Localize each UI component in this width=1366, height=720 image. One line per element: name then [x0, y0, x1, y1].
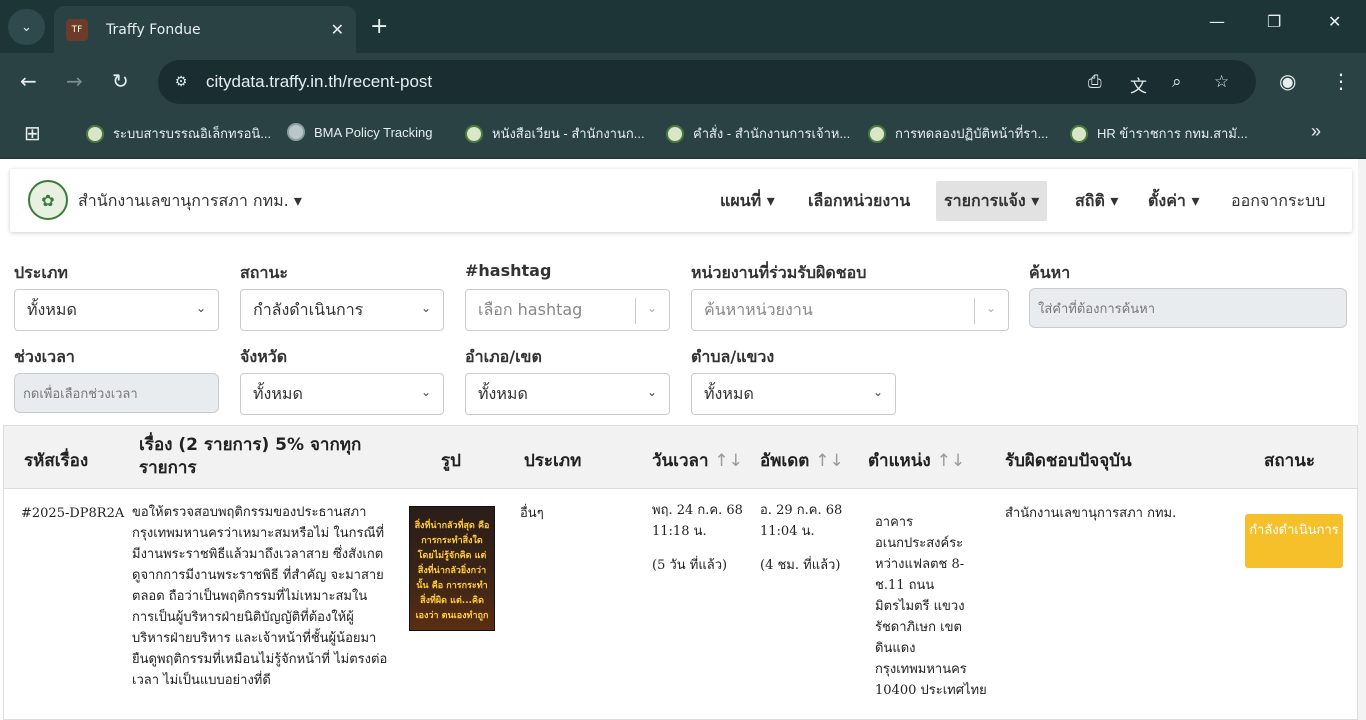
tab-search-button[interactable]: ⌄ [8, 9, 45, 45]
filter-hashtag-label: #hashtag [465, 261, 552, 280]
row-type: อื่นๆ [520, 506, 544, 521]
page-scrollbar[interactable] [1358, 159, 1366, 720]
apps-grid-icon[interactable]: ⊞ [24, 121, 41, 146]
header-story: เรื่อง (2 รายการ) 5% จากทุกรายการ [139, 435, 362, 478]
header-id: รหัสเรื่อง [24, 451, 89, 471]
filter-search-label: ค้นหา [1029, 263, 1071, 282]
filter-time-label: ช่วงเวลา [14, 347, 75, 366]
back-button[interactable]: ← [20, 69, 37, 93]
menu-stats[interactable]: สถิติ ▾ [1075, 189, 1118, 214]
close-window-button[interactable]: ✕ [1328, 12, 1341, 31]
row-updated: อ. 29 ก.ค. 68 11:04 น. (4 ชม. ที่แล้ว) [760, 503, 843, 573]
bookmark-item[interactable]: HR ข้าราชการ กทม.สามั... [1070, 123, 1248, 144]
bookmark-item[interactable]: หนังสือเวียน - สำนักงานก... [465, 123, 645, 144]
bookmark-favicon-icon [1070, 124, 1088, 143]
filter-co-units-select[interactable]: ค้นหาหน่วยงาน ⌄ [691, 289, 1009, 331]
bookmark-star-icon[interactable]: ☆ [1214, 72, 1229, 92]
bookmarks-bar: ⊞ ระบบสารบรรณอิเล็กทรอนิ... BMA Policy T… [0, 111, 1366, 159]
filter-status-label: สถานะ [240, 263, 288, 282]
translate-icon[interactable]: 文 [1130, 72, 1147, 97]
row-location: อาคาร อเนกประสงค์ระหว่างแฟลตช 8-ช.11 ถนน… [875, 515, 987, 698]
browser-tab[interactable]: TF Traffy Fondue ✕ [54, 6, 356, 53]
menu-kebab-icon[interactable]: ⋮ [1331, 69, 1351, 93]
row-story: ขอให้ตรวจสอบพฤติกรรมของประธานสภากรุงเทพม… [132, 505, 388, 688]
sort-icon: ↑↓ [936, 451, 966, 471]
header-photo: รูป [441, 451, 461, 471]
filter-subdistrict-label: ตำบล/แขวง [691, 347, 775, 366]
menu-settings[interactable]: ตั้งค่า ▾ [1148, 189, 1200, 214]
chevron-down-icon: ⌄ [646, 301, 657, 315]
minimize-button[interactable]: — [1209, 12, 1225, 31]
url-text: citydata.traffy.in.th/recent-post [206, 72, 433, 91]
header-location[interactable]: ตำแหน่ง ↑↓ [868, 447, 965, 474]
browser-tab-strip: ⌄ TF Traffy Fondue ✕ + — ❐ ✕ [0, 0, 1366, 53]
header-datetime[interactable]: วันเวลา ↑↓ [652, 447, 743, 474]
bookmark-favicon-icon [666, 124, 684, 143]
menu-select-unit[interactable]: เลือกหน่วยงาน [808, 189, 910, 214]
tab-title: Traffy Fondue [106, 21, 201, 38]
chevron-down-icon: ⌄ [872, 385, 883, 399]
browser-toolbar: ← → ↻ ⚙ citydata.traffy.in.th/recent-pos… [0, 53, 1366, 111]
address-bar[interactable]: ⚙ citydata.traffy.in.th/recent-post ⎙ 文 … [158, 60, 1256, 104]
header-status: สถานะ [1264, 451, 1315, 471]
filter-type-label: ประเภท [14, 263, 68, 282]
table-header: รหัสเรื่อง เรื่อง (2 รายการ) 5% จากทุกรา… [4, 426, 1357, 489]
bookmark-item[interactable]: ระบบสารบรรณอิเล็กทรอนิ... [86, 123, 271, 144]
filter-province-select[interactable]: ทั้งหมด ⌄ [240, 373, 444, 415]
restore-button[interactable]: ❐ [1267, 12, 1281, 31]
close-tab-icon[interactable]: ✕ [331, 20, 344, 39]
zoom-icon[interactable]: ⌕ [1172, 72, 1182, 92]
favicon-icon: TF [66, 18, 88, 41]
time-range-input[interactable]: กดเพื่อเลือกช่วงเวลา [14, 373, 219, 413]
filter-province-label: จังหวัด [240, 347, 288, 366]
sort-icon: ↑↓ [815, 451, 844, 471]
chevron-down-icon: ⌄ [985, 301, 996, 315]
bookmark-favicon-icon [86, 124, 104, 143]
logout-link[interactable]: ออกจากระบบ [1231, 189, 1325, 214]
more-bookmarks-button[interactable]: » [1311, 121, 1321, 142]
chevron-down-icon: ⌄ [420, 385, 431, 399]
globe-icon [287, 123, 305, 141]
chevron-down-icon: ⌄ [195, 301, 206, 315]
header-updated[interactable]: อัพเดต ↑↓ [760, 447, 844, 474]
row-datetime: พฤ. 24 ก.ค. 68 11:18 น. (5 วัน ที่แล้ว) [652, 503, 743, 573]
org-dropdown[interactable]: สำนักงานเลขานุการสภา กทม. ▾ [78, 189, 302, 214]
sort-icon: ↑↓ [714, 451, 743, 471]
chevron-down-icon: ⌄ [21, 19, 32, 35]
row-responsible: สำนักงานเลขานุการสภา กทม. [1005, 506, 1177, 521]
filter-status-select[interactable]: กำลังดำเนินการ ⌄ [240, 289, 444, 331]
filter-co-units-label: หน่วยงานที่ร่วมรับผิดชอบ [691, 263, 867, 282]
top-navbar: ✿ สำนักงานเลขานุการสภา กทม. ▾ แผนที่ ▾ เ… [10, 169, 1352, 232]
profile-icon[interactable]: ◉ [1279, 69, 1296, 93]
page-content: ✿ สำนักงานเลขานุการสภา กทม. ▾ แผนที่ ▾ เ… [0, 159, 1366, 720]
bma-logo: ✿ [28, 180, 68, 220]
reports-table: รหัสเรื่อง เรื่อง (2 รายการ) 5% จากทุกรา… [3, 425, 1358, 720]
header-responsible: รับผิดชอบปัจจุบัน [1005, 451, 1132, 471]
chevron-down-icon: ⌄ [420, 301, 431, 315]
filter-type-select[interactable]: ทั้งหมด ⌄ [14, 289, 219, 331]
filter-hashtag-select[interactable]: เลือก hashtag ⌄ [465, 289, 670, 331]
status-badge[interactable]: กำลังดำเนินการ [1245, 514, 1343, 568]
bookmark-favicon-icon [868, 124, 886, 143]
bookmark-favicon-icon [465, 124, 483, 143]
filter-district-label: อำเภอ/เขต [465, 347, 542, 366]
chevron-down-icon: ⌄ [646, 385, 657, 399]
filter-district-select[interactable]: ทั้งหมด ⌄ [465, 373, 670, 415]
install-app-icon[interactable]: ⎙ [1088, 72, 1102, 92]
bookmark-item[interactable]: การทดลองปฏิบัติหน้าที่รา... [868, 123, 1048, 144]
search-input[interactable]: ใส่คำที่ต้องการค้นหา [1029, 288, 1347, 328]
row-id[interactable]: #2025-DP8R2A [21, 503, 124, 524]
new-tab-button[interactable]: + [370, 14, 388, 39]
menu-reports[interactable]: รายการแจ้ง ▾ [936, 181, 1048, 221]
reload-button[interactable]: ↻ [112, 69, 129, 93]
filter-subdistrict-select[interactable]: ทั้งหมด ⌄ [691, 373, 896, 415]
header-type: ประเภท [524, 451, 582, 471]
site-info-icon[interactable]: ⚙ [164, 65, 198, 99]
report-photo[interactable]: สิ่งที่น่ากลัวที่สุด คือ การกระทำสิ่งใด … [409, 506, 495, 631]
bookmark-item[interactable]: คำสั่ง - สำนักงานการเจ้าห... [666, 123, 850, 144]
forward-button[interactable]: → [66, 69, 83, 93]
bookmark-item[interactable]: BMA Policy Tracking [287, 123, 433, 141]
menu-map[interactable]: แผนที่ ▾ [720, 189, 775, 214]
